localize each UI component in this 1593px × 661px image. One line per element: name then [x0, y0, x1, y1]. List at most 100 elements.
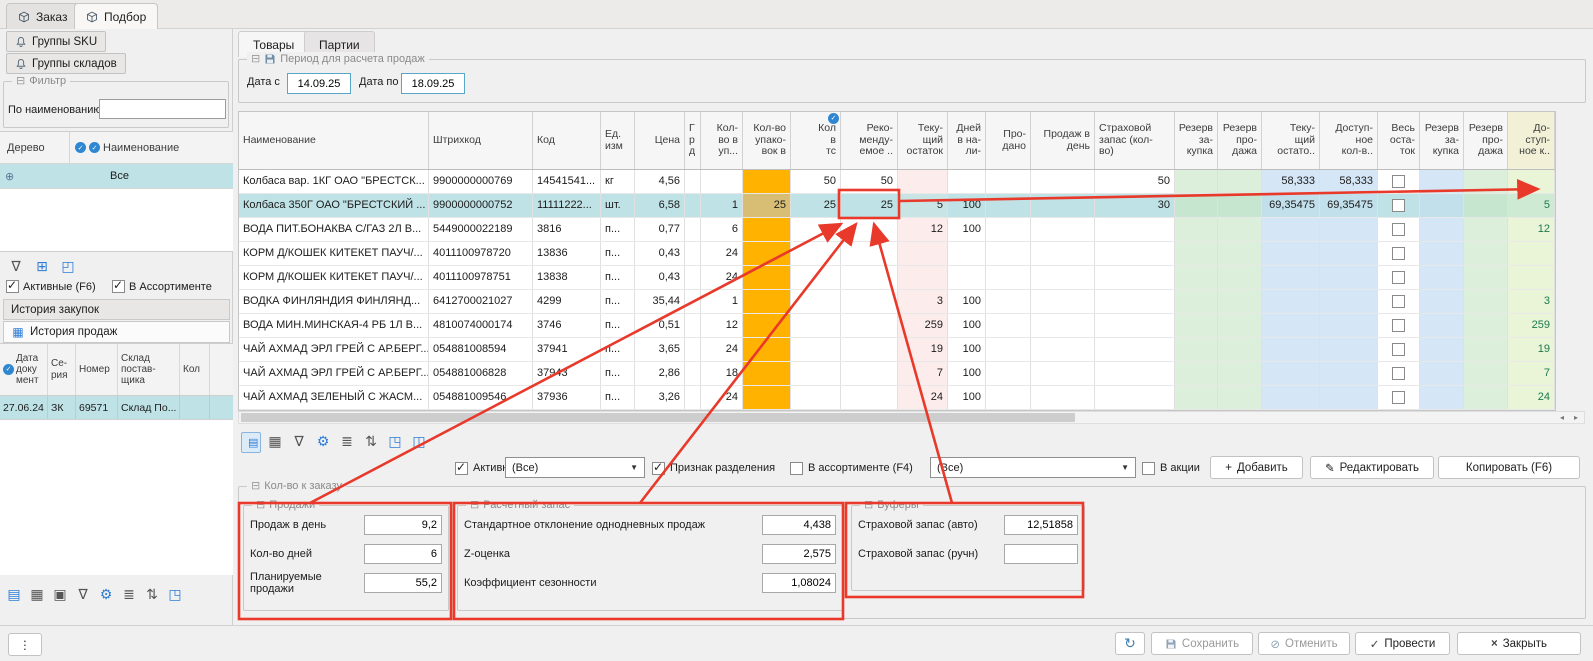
assortment-checkbox[interactable] — [790, 462, 803, 475]
cell-sales-per-day[interactable] — [1031, 170, 1095, 193]
col-header-code[interactable]: Код — [533, 112, 601, 169]
cell-days-available[interactable]: 100 — [948, 194, 986, 217]
cell-unit[interactable]: п... — [601, 386, 635, 409]
whole-stock-checkbox[interactable] — [1392, 367, 1405, 380]
cell-name[interactable]: ВОДКА ФИНЛЯНДИЯ ФИНЛЯНД... — [239, 290, 429, 313]
cell-group[interactable] — [685, 386, 701, 409]
list-view-icon[interactable]: ▤ — [241, 432, 261, 453]
refresh-button[interactable]: ↻ — [1115, 632, 1145, 655]
col-header-available-qty-2[interactable]: До- ступ- ное к.. — [1508, 112, 1555, 169]
cell-code[interactable]: 13836 — [533, 242, 601, 265]
cell-reserve-purchase[interactable] — [1175, 242, 1218, 265]
cell-sold[interactable] — [986, 314, 1031, 337]
cell-current-stock-2[interactable] — [1262, 218, 1320, 241]
add-icon[interactable]: ⊞ — [32, 257, 52, 276]
grid-view-icon[interactable]: ▦ — [27, 585, 47, 604]
close-button[interactable]: × Закрыть — [1457, 632, 1581, 655]
cell-reserve-sale-2[interactable] — [1464, 194, 1508, 217]
whole-stock-checkbox[interactable] — [1392, 199, 1405, 212]
collapse-icon[interactable]: ⊟ — [470, 498, 479, 512]
cell-barcode[interactable]: 4011100978720 — [429, 242, 533, 265]
cell-reserve-purchase[interactable] — [1175, 290, 1218, 313]
scroll-left-icon[interactable]: ◂ — [1555, 412, 1569, 423]
cell-reserve-sale-2[interactable] — [1464, 290, 1508, 313]
whole-stock-checkbox[interactable] — [1392, 175, 1405, 188]
cell-barcode[interactable]: 9900000000752 — [429, 194, 533, 217]
cell-current-stock[interactable]: 24 — [898, 386, 948, 409]
collapse-icon[interactable]: ⊟ — [251, 479, 260, 493]
cell-available-qty-2[interactable]: 12 — [1508, 218, 1555, 241]
col-header-sales-per-day[interactable]: Продаж в день — [1031, 112, 1095, 169]
cell-group[interactable] — [685, 338, 701, 361]
cancel-button[interactable]: ⊘ Отменить — [1258, 632, 1350, 655]
cell-reserve-purchase-2[interactable] — [1420, 242, 1464, 265]
cell-code[interactable]: 37943 — [533, 362, 601, 385]
col-header-packs[interactable]: Кол-во упако- вок в — [743, 112, 791, 169]
sort-badge-icon[interactable]: ✓ — [89, 142, 100, 153]
cell-days-available[interactable] — [948, 170, 986, 193]
cell-qty-in-pack[interactable]: 24 — [701, 242, 743, 265]
cell-days-available[interactable]: 100 — [948, 218, 986, 241]
cell-reserve-sale-2[interactable] — [1464, 218, 1508, 241]
cell-price[interactable]: 2,86 — [635, 362, 685, 385]
cell-qty-ts[interactable] — [791, 314, 841, 337]
calc-field-input[interactable] — [762, 544, 836, 564]
numbered-list-icon[interactable]: ≣ — [119, 585, 139, 604]
cell-safety-stock[interactable]: 50 — [1095, 170, 1175, 193]
cell-days-available[interactable] — [948, 242, 986, 265]
cell-packs[interactable] — [743, 386, 791, 409]
cell-price[interactable]: 35,44 — [635, 290, 685, 313]
cell-reserve-sale[interactable] — [1218, 386, 1262, 409]
cell-price[interactable]: 0,43 — [635, 266, 685, 289]
cell-current-stock-2[interactable] — [1262, 266, 1320, 289]
cell-reserve-purchase[interactable] — [1175, 314, 1218, 337]
cell-safety-stock[interactable] — [1095, 266, 1175, 289]
open-window-icon[interactable]: ◳ — [165, 585, 185, 604]
tab-selection[interactable]: Подбор — [74, 3, 158, 29]
cell-sold[interactable] — [986, 290, 1031, 313]
cell-available-qty[interactable] — [1320, 290, 1378, 313]
cell-sold[interactable] — [986, 194, 1031, 217]
cell-reserve-purchase-2[interactable] — [1420, 362, 1464, 385]
warehouse-groups-button[interactable]: Группы складов — [6, 53, 126, 74]
cell-reserve-sale[interactable] — [1218, 218, 1262, 241]
col-header-barcode[interactable]: Штрихкод — [429, 112, 533, 169]
cell-sales-per-day[interactable] — [1031, 194, 1095, 217]
table-row[interactable]: КОРМ Д/КОШЕК КИТЕКЕТ ПАУЧ/... 4011100978… — [239, 242, 1555, 266]
cell-sales-per-day[interactable] — [1031, 242, 1095, 265]
cell-sold[interactable] — [986, 218, 1031, 241]
cell-reserve-sale-2[interactable] — [1464, 170, 1508, 193]
cell-current-stock[interactable]: 259 — [898, 314, 948, 337]
col-header-name[interactable]: Наименование — [239, 112, 429, 169]
history-col-series[interactable]: Се- рия — [48, 344, 76, 395]
cell-qty-ts[interactable] — [791, 266, 841, 289]
edit-button[interactable]: ✎ Редактировать — [1310, 456, 1434, 479]
cell-reserve-purchase-2[interactable] — [1420, 290, 1464, 313]
expand-icon[interactable]: ⊕ — [0, 170, 70, 183]
cell-qty-in-pack[interactable] — [701, 170, 743, 193]
cell-reserve-sale-2[interactable] — [1464, 338, 1508, 361]
cell-available-qty-2[interactable] — [1508, 170, 1555, 193]
cell-current-stock[interactable]: 3 — [898, 290, 948, 313]
open-window-icon[interactable]: ◳ — [385, 432, 405, 451]
cell-safety-stock[interactable] — [1095, 290, 1175, 313]
cell-group[interactable] — [685, 362, 701, 385]
col-header-current-stock-2[interactable]: Теку- щий остато.. — [1262, 112, 1320, 169]
cell-group[interactable] — [685, 314, 701, 337]
buffer-field-input[interactable] — [1004, 515, 1078, 535]
sales-field-input[interactable] — [364, 573, 442, 593]
save-button[interactable]: Сохранить — [1151, 632, 1253, 655]
col-header-safety-stock[interactable]: Страховой запас (кол- во) — [1095, 112, 1175, 169]
tree-col-header[interactable]: Дерево — [0, 132, 70, 163]
cell-available-qty[interactable] — [1320, 386, 1378, 409]
cell-packs[interactable] — [743, 362, 791, 385]
cell-recommended[interactable]: 50 — [841, 170, 898, 193]
cell-unit[interactable]: п... — [601, 290, 635, 313]
cell-unit[interactable]: п... — [601, 314, 635, 337]
export-icon[interactable]: ◫ — [409, 432, 429, 451]
cell-name[interactable]: Колбаса 350Г ОАО "БРЕСТСКИЙ ... — [239, 194, 429, 217]
col-header-recommended[interactable]: Реко- менду- емое .. — [841, 112, 898, 169]
history-col-date[interactable]: ✓Дата доку мент — [0, 344, 48, 395]
whole-stock-checkbox[interactable] — [1392, 271, 1405, 284]
cell-qty-in-pack[interactable]: 24 — [701, 386, 743, 409]
